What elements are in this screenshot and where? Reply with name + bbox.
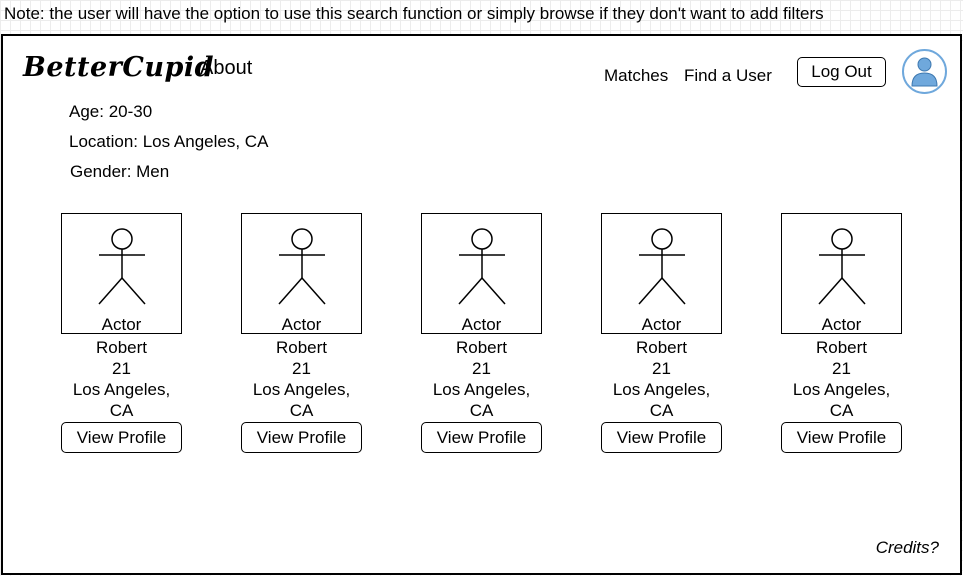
profile-card: Actor Robert 21 Los Angeles, CA View Pro… xyxy=(421,213,542,453)
profile-image: Actor xyxy=(781,213,902,334)
profile-role: Actor xyxy=(281,315,322,334)
profile-state: CA xyxy=(469,401,494,420)
profile-state: CA xyxy=(649,401,674,420)
profile-role: Actor xyxy=(461,315,502,334)
nav-find-user-link[interactable]: Find a User xyxy=(684,66,772,86)
credits-link[interactable]: Credits? xyxy=(876,538,939,558)
profile-name: Robert xyxy=(635,338,688,357)
profile-city: Los Angeles, xyxy=(432,380,531,399)
profile-age: 21 xyxy=(112,359,131,378)
stick-figure-icon xyxy=(278,228,326,305)
stick-figure-icon xyxy=(818,228,866,305)
profile-role: Actor xyxy=(101,315,142,334)
profile-city: Los Angeles, xyxy=(252,380,351,399)
profile-state: CA xyxy=(289,401,314,420)
view-profile-button[interactable]: View Profile xyxy=(241,422,362,453)
view-profile-button[interactable]: View Profile xyxy=(601,422,722,453)
annotation-note: Note: the user will have the option to u… xyxy=(4,4,824,23)
profile-name: Robert xyxy=(275,338,328,357)
logo[interactable]: BetterCupid xyxy=(23,52,214,83)
profile-name: Robert xyxy=(815,338,868,357)
filter-gender: Gender: Men xyxy=(70,162,170,181)
profile-city: Los Angeles, xyxy=(72,380,171,399)
filter-location: Location: Los Angeles, CA xyxy=(69,132,269,151)
profile-name: Robert xyxy=(95,338,148,357)
profile-age: 21 xyxy=(652,359,671,378)
app-frame: BetterCupid About Matches Find a User Lo… xyxy=(1,34,962,575)
profile-image: Actor xyxy=(601,213,722,334)
about-link[interactable]: About xyxy=(200,57,252,80)
profile-state: CA xyxy=(829,401,854,420)
profile-image: Actor xyxy=(61,213,182,334)
filter-age: Age: 20-30 xyxy=(69,102,153,121)
profile-role: Actor xyxy=(821,315,862,334)
profile-age: 21 xyxy=(472,359,491,378)
profile-role: Actor xyxy=(641,315,682,334)
profile-card: Actor Robert 21 Los Angeles, CA View Pro… xyxy=(241,213,362,453)
user-avatar-icon[interactable] xyxy=(902,49,947,94)
stick-figure-icon xyxy=(638,228,686,305)
stick-figure-icon xyxy=(458,228,506,305)
logout-button[interactable]: Log Out xyxy=(797,57,886,87)
profile-image: Actor xyxy=(421,213,542,334)
profile-age: 21 xyxy=(292,359,311,378)
view-profile-button[interactable]: View Profile xyxy=(421,422,542,453)
profile-card: Actor Robert 21 Los Angeles, CA View Pro… xyxy=(61,213,182,453)
profile-image: Actor xyxy=(241,213,362,334)
profile-name: Robert xyxy=(455,338,508,357)
profile-card: Actor Robert 21 Los Angeles, CA View Pro… xyxy=(601,213,722,453)
profile-city: Los Angeles, xyxy=(612,380,711,399)
view-profile-button[interactable]: View Profile xyxy=(781,422,902,453)
profile-age: 21 xyxy=(832,359,851,378)
profile-card: Actor Robert 21 Los Angeles, CA View Pro… xyxy=(781,213,902,453)
profile-city: Los Angeles, xyxy=(792,380,891,399)
nav-matches-link[interactable]: Matches xyxy=(604,66,668,86)
profile-state: CA xyxy=(109,401,134,420)
view-profile-button[interactable]: View Profile xyxy=(61,422,182,453)
stick-figure-icon xyxy=(98,228,146,305)
